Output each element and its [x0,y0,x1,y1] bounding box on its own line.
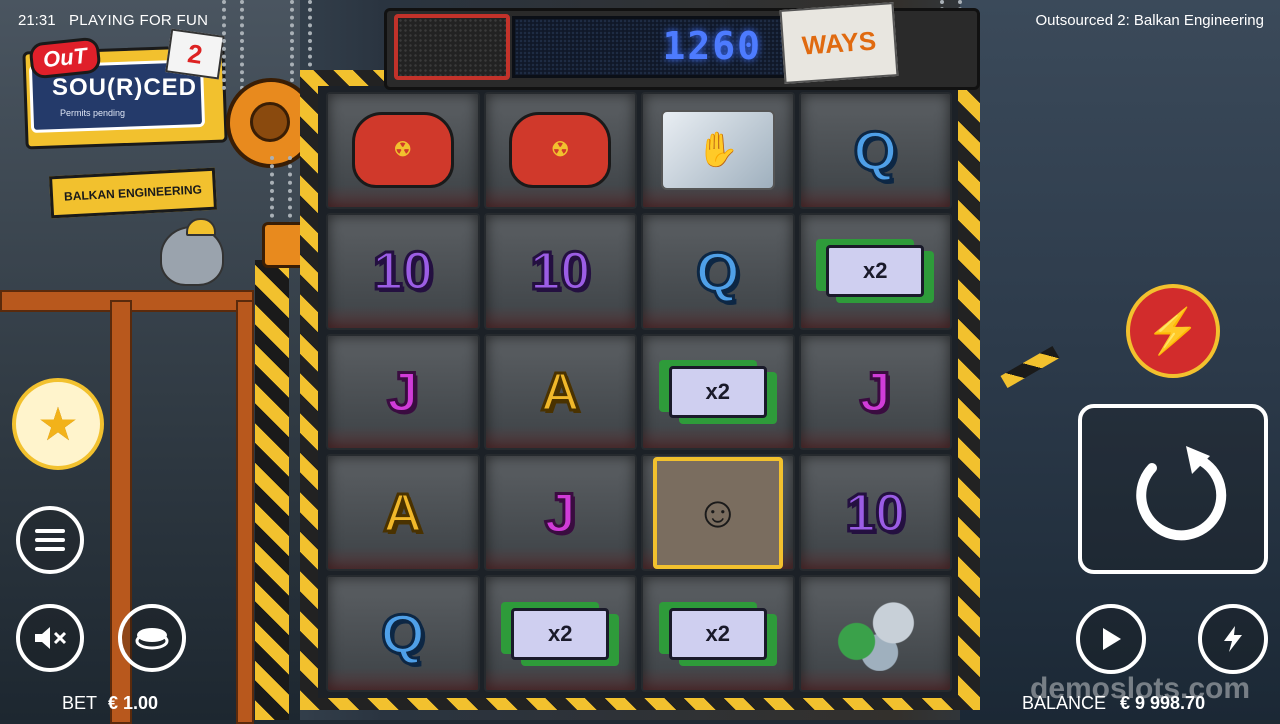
reel-cell: J [483,454,637,572]
symbol-x2: x2 [826,245,925,298]
turbo-feature-button[interactable]: ⚡ [1126,284,1220,378]
autoplay-button[interactable] [1076,604,1146,674]
quick-spin-button[interactable] [1198,604,1268,674]
symbol-10: 10 [371,240,434,303]
chain [270,156,292,226]
reel-cell: ☢ [483,92,637,209]
reel-cell: Q [326,575,480,692]
lightning-bolt-icon: ⚡ [1145,307,1201,356]
symbol-q: Q [852,117,899,183]
hazard-stripe-pillar [255,260,289,720]
hamburger-icon [35,529,65,551]
symbol-x2: x2 [668,607,767,660]
logo-sequel-number: 2 [165,28,225,80]
balance-label: BALANCE [1022,693,1107,713]
symbol-j: J [386,359,420,425]
reel-cell: x2 [641,333,795,451]
symbol-j: J [858,359,892,425]
symbol-x2: x2 [511,607,610,660]
balance-value: € 9 998.70 [1120,693,1206,713]
reel-cell: ☢ [326,92,480,209]
play-icon [1103,628,1121,650]
reel-grid: ☢ ☢ ✋ Q 10 10 Qx2 J Ax2 J A J ☺ 10 Qx2 x2 [326,92,952,692]
symbol-q: Q [379,601,426,667]
balkan-engineering-sign: BALKAN ENGINEERING [49,167,217,219]
reel-cell: x2 [483,575,637,692]
symbol-gamepad-icon: ☢ [351,112,454,189]
logo-wordmark: SOU(R)CED [52,74,197,101]
reel-cell: Q [641,212,795,330]
bet-settings-button[interactable] [118,604,186,672]
reel-cell: 10 [326,212,480,330]
game-title: Outsourced 2: Balkan Engineering [1035,12,1264,29]
lightning-bolt-icon [1224,626,1242,652]
play-mode-label: PLAYING FOR FUN [69,12,209,29]
reel-cell: J [798,333,952,451]
ways-count: 1260 [662,24,762,68]
logo-tagline: Permits pending [60,108,126,118]
ways-label: WAYS [779,2,899,84]
symbol-10: 10 [529,240,592,303]
sound-toggle-button[interactable] [16,604,84,672]
reel-cell: A [326,454,480,572]
reel-cell: Q [798,92,952,209]
spin-button[interactable] [1078,404,1268,574]
scaffold-post [236,300,254,724]
crane-pulley-hub [250,102,290,142]
symbol-a: A [382,481,424,544]
symbol-j: J [543,480,577,546]
led-panel-left [394,14,510,80]
reel-cell: ✋ [641,92,795,209]
coin-stack-icon [135,628,169,650]
symbol-engineer-wild-icon: ☺ [652,456,783,569]
reel-cell: J [326,333,480,451]
reel-cell: x2 [798,212,952,330]
menu-button[interactable] [16,506,84,574]
symbol-soda-cans-icon [829,596,922,671]
reel-cell: A [483,333,637,451]
reel-cell: 10 [798,454,952,572]
bet-label: BET [62,693,98,713]
bet-value: € 1.00 [108,693,159,713]
reel-cell [798,575,952,692]
feature-buy-button[interactable]: ★ [12,378,104,470]
symbol-a: A [539,360,581,423]
chain [222,0,244,90]
star-icon: ★ [37,398,79,450]
reel-cell: 10 [483,212,637,330]
symbol-10: 10 [844,481,907,544]
symbol-severed-hand-bag-icon: ✋ [660,110,775,191]
clock: 21:31 [18,12,56,29]
speaker-muted-icon [35,627,67,649]
symbol-gamepad-icon: ☢ [509,112,612,189]
symbol-x2: x2 [668,365,767,418]
reel-cell: ☺ [641,454,795,572]
symbol-q: Q [694,238,741,304]
spin-arrow-icon [1136,446,1227,541]
reel-cell: x2 [641,575,795,692]
